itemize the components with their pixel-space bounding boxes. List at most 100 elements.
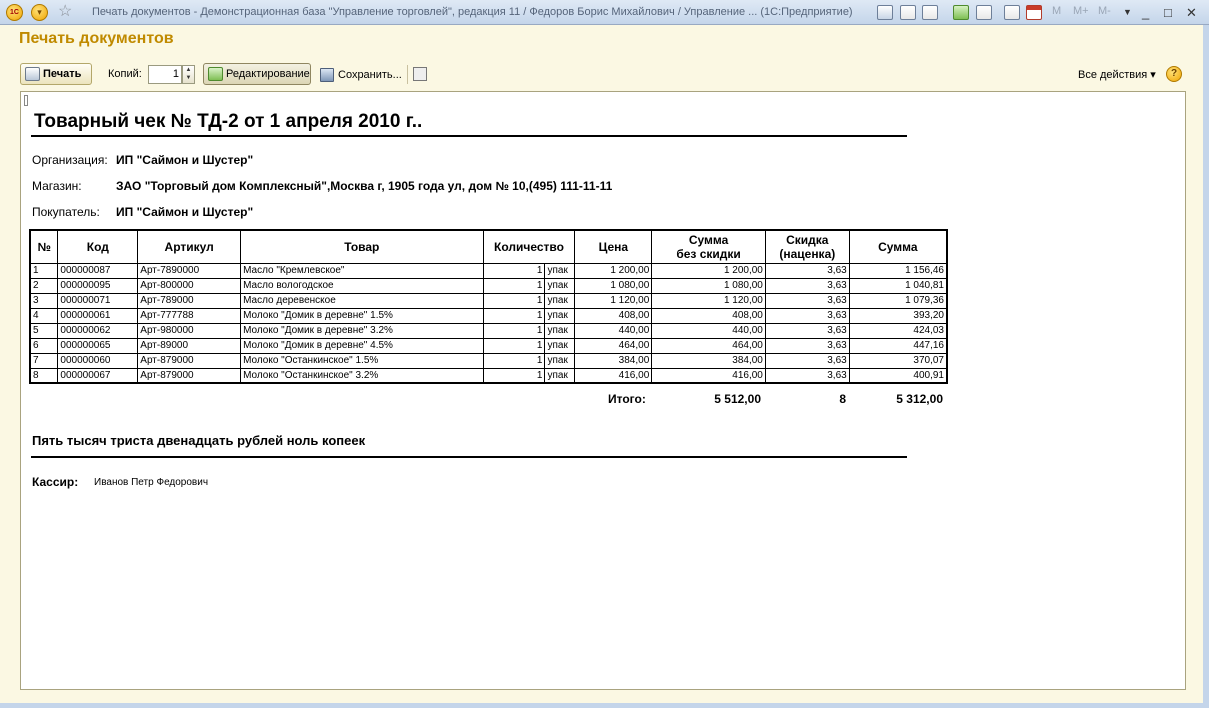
row-number: 5: [29, 322, 59, 339]
item-unit: упак: [544, 277, 576, 294]
item-discount: 3,63: [764, 337, 850, 354]
organization-row: Организация: ИП "Саймон и Шустер": [32, 153, 253, 167]
copies-stepper[interactable]: ▲ ▼: [182, 65, 195, 84]
item-name: Масло вологодское: [240, 277, 484, 294]
printer-icon: [25, 67, 40, 81]
item-name: Молоко "Останкинское" 1.5%: [240, 352, 484, 369]
memory-minus-button[interactable]: M-: [1098, 5, 1111, 17]
total-sum: 5 312,00: [896, 392, 943, 406]
window-title: Печать документов - Демонстрационная баз…: [92, 6, 853, 18]
spreadsheet-document[interactable]: Товарный чек № ТД-2 от 1 апреля 2010 г..…: [20, 91, 1186, 690]
item-discount: 3,63: [764, 352, 850, 369]
item-discount: 3,63: [764, 277, 850, 294]
item-code: 000000065: [57, 337, 139, 354]
item-sum: 400,91: [848, 367, 948, 384]
item-unit: упак: [544, 337, 576, 354]
column-header: Код: [57, 229, 139, 264]
preview-toolbar-icon[interactable]: [922, 5, 938, 20]
item-sum: 1 040,81: [848, 277, 948, 294]
item-sum: 447,16: [848, 337, 948, 354]
all-actions-menu[interactable]: Все действия ▾: [1078, 68, 1156, 81]
column-header: Товар: [240, 229, 484, 264]
item-sum-no-discount: 440,00: [651, 322, 766, 339]
preview-icon[interactable]: [413, 67, 427, 81]
form-toolbar: Печать Копий: 1 ▲ ▼ Редактирование Сохран…: [0, 61, 1209, 87]
close-icon[interactable]: ✕: [1186, 6, 1197, 19]
item-price: 440,00: [574, 322, 653, 339]
item-discount: 3,63: [764, 322, 850, 339]
main-menu-icon[interactable]: ▾: [31, 4, 48, 21]
item-price: 1 080,00: [574, 277, 653, 294]
item-quantity: 1: [482, 307, 546, 324]
item-article: Арт-800000: [137, 277, 242, 294]
items-table: № Код Артикул Товар Количество Цена Сумм…: [29, 229, 948, 384]
table-row[interactable]: 6 000000065 Арт-89000 Молоко "Домик в де…: [29, 337, 948, 354]
item-code: 000000062: [57, 322, 139, 339]
calendar-icon[interactable]: [1026, 5, 1042, 20]
favorites-star-icon[interactable]: ☆: [58, 3, 72, 21]
table-row[interactable]: 4 000000061 Арт-777788 Молоко "Домик в д…: [29, 307, 948, 324]
toolbar-separator: [407, 65, 408, 84]
item-name: Молоко "Домик в деревне" 3.2%: [240, 322, 484, 339]
item-article: Арт-879000: [137, 352, 242, 369]
shop-row: Магазин: ЗАО "Торговый дом Комплексный",…: [32, 179, 612, 193]
memory-m-button[interactable]: M: [1052, 5, 1061, 17]
table-row[interactable]: 8 000000067 Арт-879000 Молоко "Останкинс…: [29, 367, 948, 384]
print-toolbar-icon[interactable]: [900, 5, 916, 20]
save-button[interactable]: Сохранить...: [320, 65, 402, 85]
item-unit: упак: [544, 352, 576, 369]
toolbar-dropdown-icon[interactable]: ▼: [1123, 7, 1132, 17]
add-favorite-icon[interactable]: [953, 5, 969, 20]
edit-toggle-button[interactable]: Редактирование: [203, 63, 311, 85]
table-row[interactable]: 1 000000087 Арт-7890000 Масло "Кремлевск…: [29, 262, 948, 279]
table-row[interactable]: 5 000000062 Арт-980000 Молоко "Домик в д…: [29, 322, 948, 339]
row-number: 3: [29, 292, 59, 309]
help-icon[interactable]: ?: [1166, 66, 1182, 82]
item-discount: 3,63: [764, 292, 850, 309]
memory-plus-button[interactable]: M+: [1073, 5, 1089, 17]
item-discount: 3,63: [764, 262, 850, 279]
edit-icon: [208, 67, 223, 81]
organization-value: ИП "Саймон и Шустер": [116, 153, 254, 167]
cashier-name: Иванов Петр Федорович: [94, 477, 209, 488]
item-sum: 393,20: [848, 307, 948, 324]
item-article: Арт-789000: [137, 292, 242, 309]
cell-cursor: [24, 95, 28, 106]
buyer-label: Покупатель:: [32, 205, 100, 219]
copy-toolbar-icon[interactable]: [976, 5, 992, 20]
minimize-icon[interactable]: _: [1142, 6, 1149, 19]
table-row[interactable]: 2 000000095 Арт-800000 Масло вологодское…: [29, 277, 948, 294]
form-title: Печать документов: [19, 30, 174, 47]
print-button[interactable]: Печать: [20, 63, 92, 85]
edit-button-label: Редактирование: [226, 68, 310, 80]
maximize-icon[interactable]: □: [1164, 6, 1172, 19]
column-header: Скидка (наценка): [764, 229, 850, 264]
column-header: Цена: [574, 229, 653, 264]
row-number: 6: [29, 337, 59, 354]
item-quantity: 1: [482, 367, 546, 384]
item-sum-no-discount: 1 120,00: [651, 292, 766, 309]
buyer-value: ИП "Саймон и Шустер": [116, 205, 254, 219]
item-code: 000000087: [57, 262, 139, 279]
item-unit: упак: [544, 367, 576, 384]
save-toolbar-icon[interactable]: [877, 5, 893, 20]
column-header: Артикул: [137, 229, 242, 264]
copies-label: Копий:: [108, 68, 142, 80]
window-title-bar: 1C ▾ ☆ Печать документов - Демонстрацион…: [0, 0, 1209, 25]
app-logo-icon[interactable]: 1C: [6, 4, 23, 21]
table-row[interactable]: 7 000000060 Арт-879000 Молоко "Останкинс…: [29, 352, 948, 369]
item-unit: упак: [544, 307, 576, 324]
total-without-discount: 5 512,00: [714, 392, 761, 406]
amount-in-words: Пять тысяч триста двенадцать рублей ноль…: [32, 433, 366, 448]
window-frame-bottom: [0, 703, 1209, 708]
table-row[interactable]: 3 000000071 Арт-789000 Масло деревенское…: [29, 292, 948, 309]
calculator-icon[interactable]: [1004, 5, 1020, 20]
item-price: 1 200,00: [574, 262, 653, 279]
item-quantity: 1: [482, 262, 546, 279]
shop-label: Магазин:: [32, 179, 82, 193]
total-discount: 8: [839, 392, 846, 406]
organization-label: Организация:: [32, 153, 108, 167]
title-underline: [31, 135, 907, 137]
item-unit: упак: [544, 322, 576, 339]
copies-input[interactable]: 1: [148, 65, 182, 84]
